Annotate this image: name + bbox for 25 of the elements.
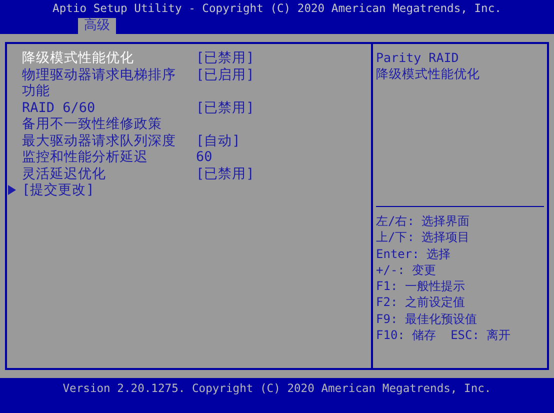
key-hint: +/-: 变更 <box>376 262 438 278</box>
key-hint: Enter: 选择 <box>376 246 452 262</box>
setting-value[interactable]: [已禁用] <box>196 166 254 182</box>
version-footer: Version 2.20.1275. Copyright (C) 2020 American Megatrends, Inc. <box>62 378 492 413</box>
key-hint: F10: 储存 ESC: 离开 <box>376 327 512 344</box>
setting-label[interactable]: 灵活延迟优化 <box>22 166 178 182</box>
key-hint: 上/下: 选择项目 <box>376 229 471 246</box>
setting-value[interactable]: [已启用] <box>196 66 254 83</box>
setting-value[interactable]: [已禁用] <box>196 50 254 66</box>
setting-value[interactable]: [已禁用] <box>196 100 254 116</box>
setting-label[interactable]: 降级模式性能优化 <box>22 50 178 66</box>
setting-label[interactable]: 物理驱动器请求电梯排序功能 <box>22 66 178 100</box>
key-hint: F9: 最佳化预设值 <box>376 310 478 328</box>
setting-label[interactable]: 最大驱动器请求队列深度 <box>22 132 178 149</box>
setting-value[interactable]: 60 <box>196 149 212 166</box>
key-hint: F1: 一般性提示 <box>376 278 466 294</box>
help-text: Parity RAID 降级模式性能优化 <box>376 50 481 83</box>
key-hint: 左/右: 选择界面 <box>376 213 471 230</box>
setting-label[interactable]: [提交更改] <box>22 182 178 198</box>
setting-label[interactable]: RAID 6/60 备用不一致性维修政策 <box>22 100 178 132</box>
menu-tab[interactable]: 高级 <box>78 18 116 34</box>
setting-value[interactable]: [自动] <box>196 132 240 149</box>
key-hint: F2: 之前设定值 <box>376 294 466 311</box>
setting-label[interactable]: 监控和性能分析延迟 <box>22 149 178 166</box>
window-title: Aptio Setup Utility - Copyright (C) 2020 American Megatrends, Inc. <box>52 1 502 17</box>
